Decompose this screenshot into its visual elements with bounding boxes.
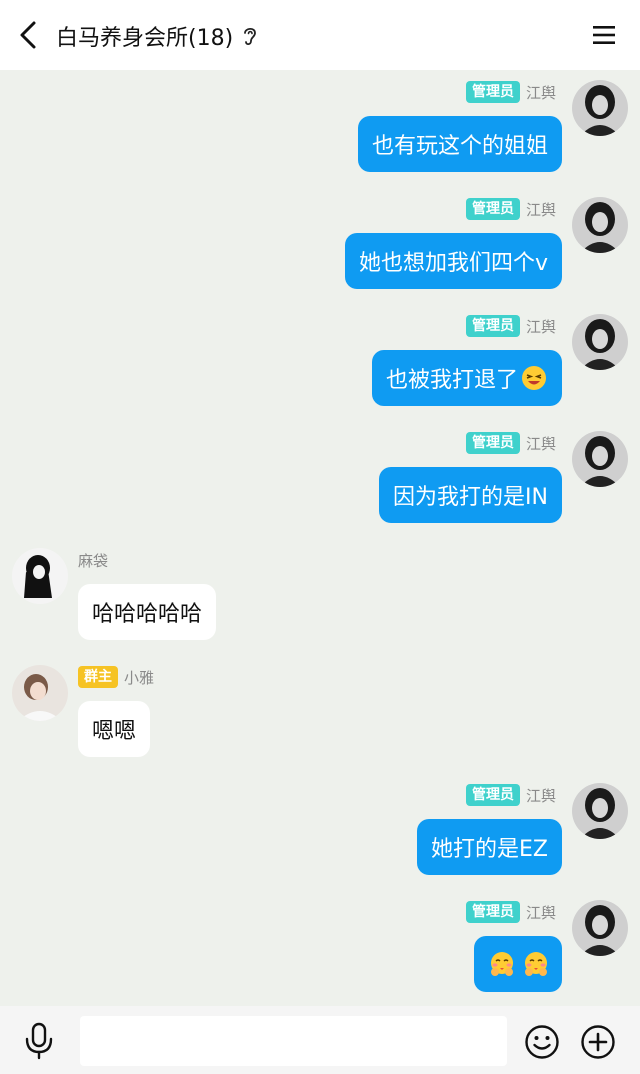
avatar[interactable]	[12, 548, 68, 604]
message-bubble[interactable]: 她也想加我们四个v	[344, 233, 562, 289]
group-title[interactable]: 白马养身会所(18)	[56, 20, 259, 52]
message-bubble[interactable]: 也被我打退了	[371, 350, 562, 406]
message-row: 管理员 江舆 也被我打退了	[0, 304, 640, 421]
sender-meta: 群主 小雅	[78, 665, 154, 689]
message-bubble[interactable]: 嗯嗯	[78, 701, 151, 757]
message-row: 群主 小雅 嗯嗯	[0, 655, 640, 772]
avatar[interactable]	[572, 900, 628, 956]
smiley-icon	[525, 1025, 559, 1059]
message-row: 麻袋 哈哈哈哈哈	[0, 538, 640, 655]
group-name: 白马养身会所(18)	[56, 26, 234, 51]
sender-name: 江舆	[525, 786, 556, 805]
sender-name: 江舆	[525, 83, 556, 102]
chat-header: 白马养身会所(18)	[0, 0, 640, 70]
message-row: 管理员 江舆 她也想加我们四个v	[0, 187, 640, 304]
menu-button[interactable]	[590, 20, 618, 50]
avatar[interactable]	[572, 783, 628, 839]
message-row: 管理员 江舆 她打的是EZ	[0, 773, 640, 890]
sender-meta: 管理员 江舆	[465, 783, 556, 807]
sender-name: 江舆	[525, 434, 556, 453]
microphone-icon	[25, 1022, 53, 1060]
ear-icon	[241, 25, 259, 47]
admin-badge: 管理员	[465, 432, 520, 454]
plus-circle-icon	[581, 1025, 615, 1059]
message-row: 管理员 江舆	[0, 890, 640, 1006]
message-list[interactable]: 管理员 江舆 也有玩这个的姐姐 管理员 江舆 她也想加我们四个v 管理员 江舆 …	[0, 70, 640, 1006]
sender-meta: 管理员 江舆	[465, 80, 556, 104]
laughing-face-emoji	[522, 366, 546, 390]
avatar[interactable]	[572, 197, 628, 253]
sender-meta: 管理员 江舆	[465, 314, 556, 338]
sender-name: 小雅	[124, 668, 155, 687]
message-row: 管理员 江舆 也有玩这个的姐姐	[0, 70, 640, 187]
sender-name: 江舆	[525, 317, 556, 336]
message-bubble[interactable]: 她打的是EZ	[417, 819, 562, 875]
avatar[interactable]	[572, 314, 628, 370]
hugging-face-emoji	[491, 952, 513, 976]
admin-badge: 管理员	[465, 81, 520, 103]
message-row: 管理员 江舆 因为我打的是IN	[0, 421, 640, 538]
sender-meta: 管理员 江舆	[465, 900, 556, 924]
sender-meta: 管理员 江舆	[465, 197, 556, 221]
avatar[interactable]	[12, 665, 68, 721]
sender-name: 江舆	[525, 200, 556, 219]
avatar[interactable]	[572, 80, 628, 136]
avatar[interactable]	[572, 431, 628, 487]
admin-badge: 管理员	[465, 198, 520, 220]
admin-badge: 管理员	[465, 315, 520, 337]
message-bubble[interactable]: 哈哈哈哈哈	[78, 584, 217, 640]
message-bubble[interactable]: 也有玩这个的姐姐	[357, 116, 562, 172]
message-text: 也被我打退了	[385, 368, 518, 393]
voice-button[interactable]	[22, 1022, 56, 1060]
sender-meta: 管理员 江舆	[465, 431, 556, 455]
emoji-button[interactable]	[524, 1024, 560, 1060]
hugging-face-emoji	[525, 952, 547, 976]
input-bar	[0, 1006, 640, 1074]
more-button[interactable]	[580, 1024, 616, 1060]
message-bubble[interactable]	[474, 936, 562, 992]
sender-name: 江舆	[525, 903, 556, 922]
hamburger-menu-icon	[593, 26, 615, 44]
sender-meta: 麻袋	[78, 548, 108, 572]
sender-name: 麻袋	[78, 551, 109, 570]
owner-badge: 群主	[78, 666, 118, 688]
message-input[interactable]	[80, 1016, 507, 1066]
message-bubble[interactable]: 因为我打的是IN	[379, 467, 562, 523]
admin-badge: 管理员	[465, 901, 520, 923]
admin-badge: 管理员	[465, 784, 520, 806]
chevron-left-icon	[20, 21, 36, 49]
back-button[interactable]	[12, 18, 44, 52]
